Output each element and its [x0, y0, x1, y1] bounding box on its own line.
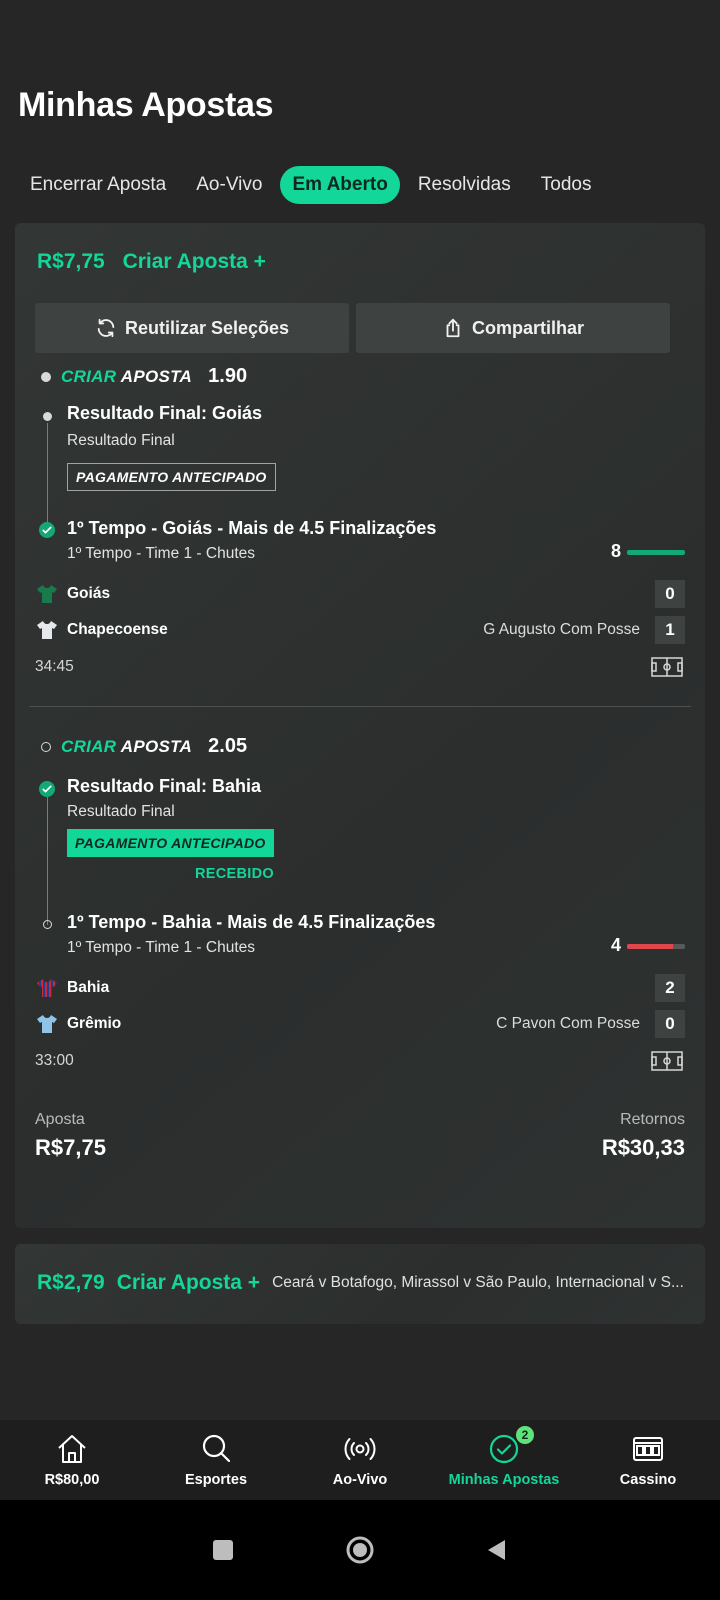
leg-divider	[29, 706, 691, 707]
match-clock: 34:45	[35, 658, 74, 675]
bet-leg-header: CRIAR APOSTA 1.90	[41, 365, 247, 388]
bet-events-summary: Ceará v Botafogo, Mirassol v São Paulo, …	[272, 1274, 684, 1291]
tab-em-aberto[interactable]: Em Aberto	[280, 166, 400, 204]
nav-minhas-apostas[interactable]: 2 Minhas Apostas	[434, 1426, 574, 1488]
stat-progress-bar	[627, 944, 685, 949]
criar-aposta-brand: CRIAR APOSTA	[61, 736, 193, 756]
bottom-navigation: R$80,00 Esportes Ao-Vivo 2 Minhas Aposta…	[0, 1420, 720, 1500]
page-title: Minhas Apostas	[18, 86, 274, 124]
selection-market: Resultado Final	[67, 432, 175, 449]
pitch-icon[interactable]	[651, 1051, 683, 1071]
refresh-icon	[97, 318, 115, 338]
team-score: 0	[655, 580, 685, 608]
nav-ao-vivo[interactable]: Ao-Vivo	[290, 1432, 430, 1488]
search-icon	[202, 1434, 231, 1463]
leg-odds: 1.90	[208, 365, 248, 387]
bet-amount: R$2,79	[37, 1271, 105, 1294]
nav-home[interactable]: R$80,00	[2, 1432, 142, 1488]
home-button-icon[interactable]	[345, 1535, 375, 1565]
system-navigation-bar	[0, 1500, 720, 1600]
selection-connector-line	[47, 797, 48, 925]
stat-count: 8	[610, 541, 621, 561]
team-score: 2	[655, 974, 685, 1002]
team-row: Goiás 0	[35, 580, 685, 608]
selection-title: 1º Tempo - Goiás - Mais de 4.5 Finalizaç…	[67, 518, 437, 538]
stat-count: 4	[610, 935, 621, 955]
stat-progress-bar	[627, 550, 685, 555]
team-name: Bahia	[67, 979, 110, 996]
tab-todos[interactable]: Todos	[529, 166, 604, 204]
team-name: Chapecoense	[67, 621, 168, 638]
selection-title: Resultado Final: Bahia	[67, 776, 262, 796]
tab-ao-vivo[interactable]: Ao-Vivo	[184, 166, 274, 204]
received-label: RECEBIDO	[195, 866, 274, 882]
team-row: Grêmio C Pavon Com Posse 0	[35, 1010, 685, 1038]
nav-label: Minhas Apostas	[448, 1472, 560, 1488]
nav-label: Ao-Vivo	[332, 1472, 388, 1488]
stake-value: R$7,75	[35, 1135, 106, 1160]
bet-leg-header: CRIAR APOSTA 2.05	[41, 735, 247, 758]
bet-amount: R$7,75	[37, 250, 105, 273]
possession-text: C Pavon Com Posse	[496, 1015, 640, 1032]
live-icon	[344, 1438, 376, 1460]
stake-label: Aposta	[35, 1111, 85, 1128]
criar-aposta-link[interactable]: Criar Aposta +	[117, 1271, 260, 1295]
tab-encerrar-aposta[interactable]: Encerrar Aposta	[18, 166, 178, 204]
selection-title: Resultado Final: Goiás	[67, 403, 263, 423]
share-button[interactable]: Compartilhar	[356, 303, 670, 353]
early-payout-badge: PAGAMENTO ANTECIPADO	[67, 829, 274, 857]
selection-market: 1º Tempo - Time 1 - Chutes	[67, 545, 256, 562]
recent-apps-icon[interactable]	[211, 1538, 235, 1562]
team-score: 1	[655, 616, 685, 644]
match-clock: 33:00	[35, 1052, 74, 1069]
pitch-icon[interactable]	[651, 657, 683, 677]
bet-card-collapsed[interactable]: R$2,79 Criar Aposta + Ceará v Botafogo, …	[15, 1244, 705, 1324]
bet-card-header: R$7,75 Criar Aposta +	[37, 250, 266, 274]
bet-card[interactable]: R$7,75 Criar Aposta + Reutilizar Seleçõe…	[15, 223, 705, 1228]
goias-jersey-icon	[37, 585, 57, 603]
leg-status-dot	[41, 371, 51, 382]
share-icon	[446, 318, 460, 338]
share-label: Compartilhar	[471, 317, 585, 338]
slot-machine-icon	[633, 1437, 663, 1461]
possession-text: G Augusto Com Posse	[483, 621, 640, 638]
chapecoense-jersey-icon	[37, 621, 57, 639]
bet-card-header: R$2,79 Criar Aposta + Ceará v Botafogo, …	[37, 1271, 685, 1295]
team-row: Bahia 2	[35, 974, 685, 1002]
bet-filter-tabs: Encerrar Aposta Ao-Vivo Em Aberto Resolv…	[18, 166, 603, 204]
team-name: Grêmio	[67, 1015, 122, 1032]
bahia-jersey-icon	[37, 979, 57, 997]
selection-pending-dot	[43, 412, 52, 421]
tab-resolvidas[interactable]: Resolvidas	[406, 166, 523, 204]
selection-pending-dot	[43, 920, 52, 929]
selection-title: 1º Tempo - Bahia - Mais de 4.5 Finalizaç…	[67, 912, 436, 932]
selection-market: Resultado Final	[67, 803, 175, 820]
selection-market: 1º Tempo - Time 1 - Chutes	[67, 939, 256, 956]
nav-cassino[interactable]: Cassino	[578, 1432, 718, 1488]
returns-value: R$30,33	[601, 1135, 685, 1160]
team-name: Goiás	[67, 585, 111, 602]
selection-connector-line	[47, 423, 48, 530]
notification-badge: 2	[516, 1426, 534, 1444]
leg-odds: 2.05	[208, 735, 248, 757]
home-icon	[58, 1435, 86, 1463]
team-score: 0	[655, 1010, 685, 1038]
early-payout-badge: PAGAMENTO ANTECIPADO	[67, 463, 276, 491]
selection-won-check-icon	[39, 781, 55, 797]
reuse-selections-button[interactable]: Reutilizar Seleções	[35, 303, 349, 353]
team-row: Chapecoense G Augusto Com Posse 1	[35, 616, 685, 644]
leg-status-dot	[41, 741, 51, 752]
reuse-selections-label: Reutilizar Seleções	[124, 317, 290, 338]
nav-label: Esportes	[184, 1472, 248, 1488]
back-icon[interactable]	[485, 1538, 509, 1562]
nav-esportes[interactable]: Esportes	[146, 1432, 286, 1488]
nav-label: R$80,00	[44, 1472, 100, 1488]
returns-label: Retornos	[620, 1111, 685, 1128]
criar-aposta-link[interactable]: Criar Aposta +	[123, 250, 266, 273]
nav-label: Cassino	[619, 1472, 677, 1488]
criar-aposta-brand: CRIAR APOSTA	[61, 366, 193, 386]
gremio-jersey-icon	[37, 1015, 57, 1033]
selection-won-check-icon	[39, 522, 55, 538]
